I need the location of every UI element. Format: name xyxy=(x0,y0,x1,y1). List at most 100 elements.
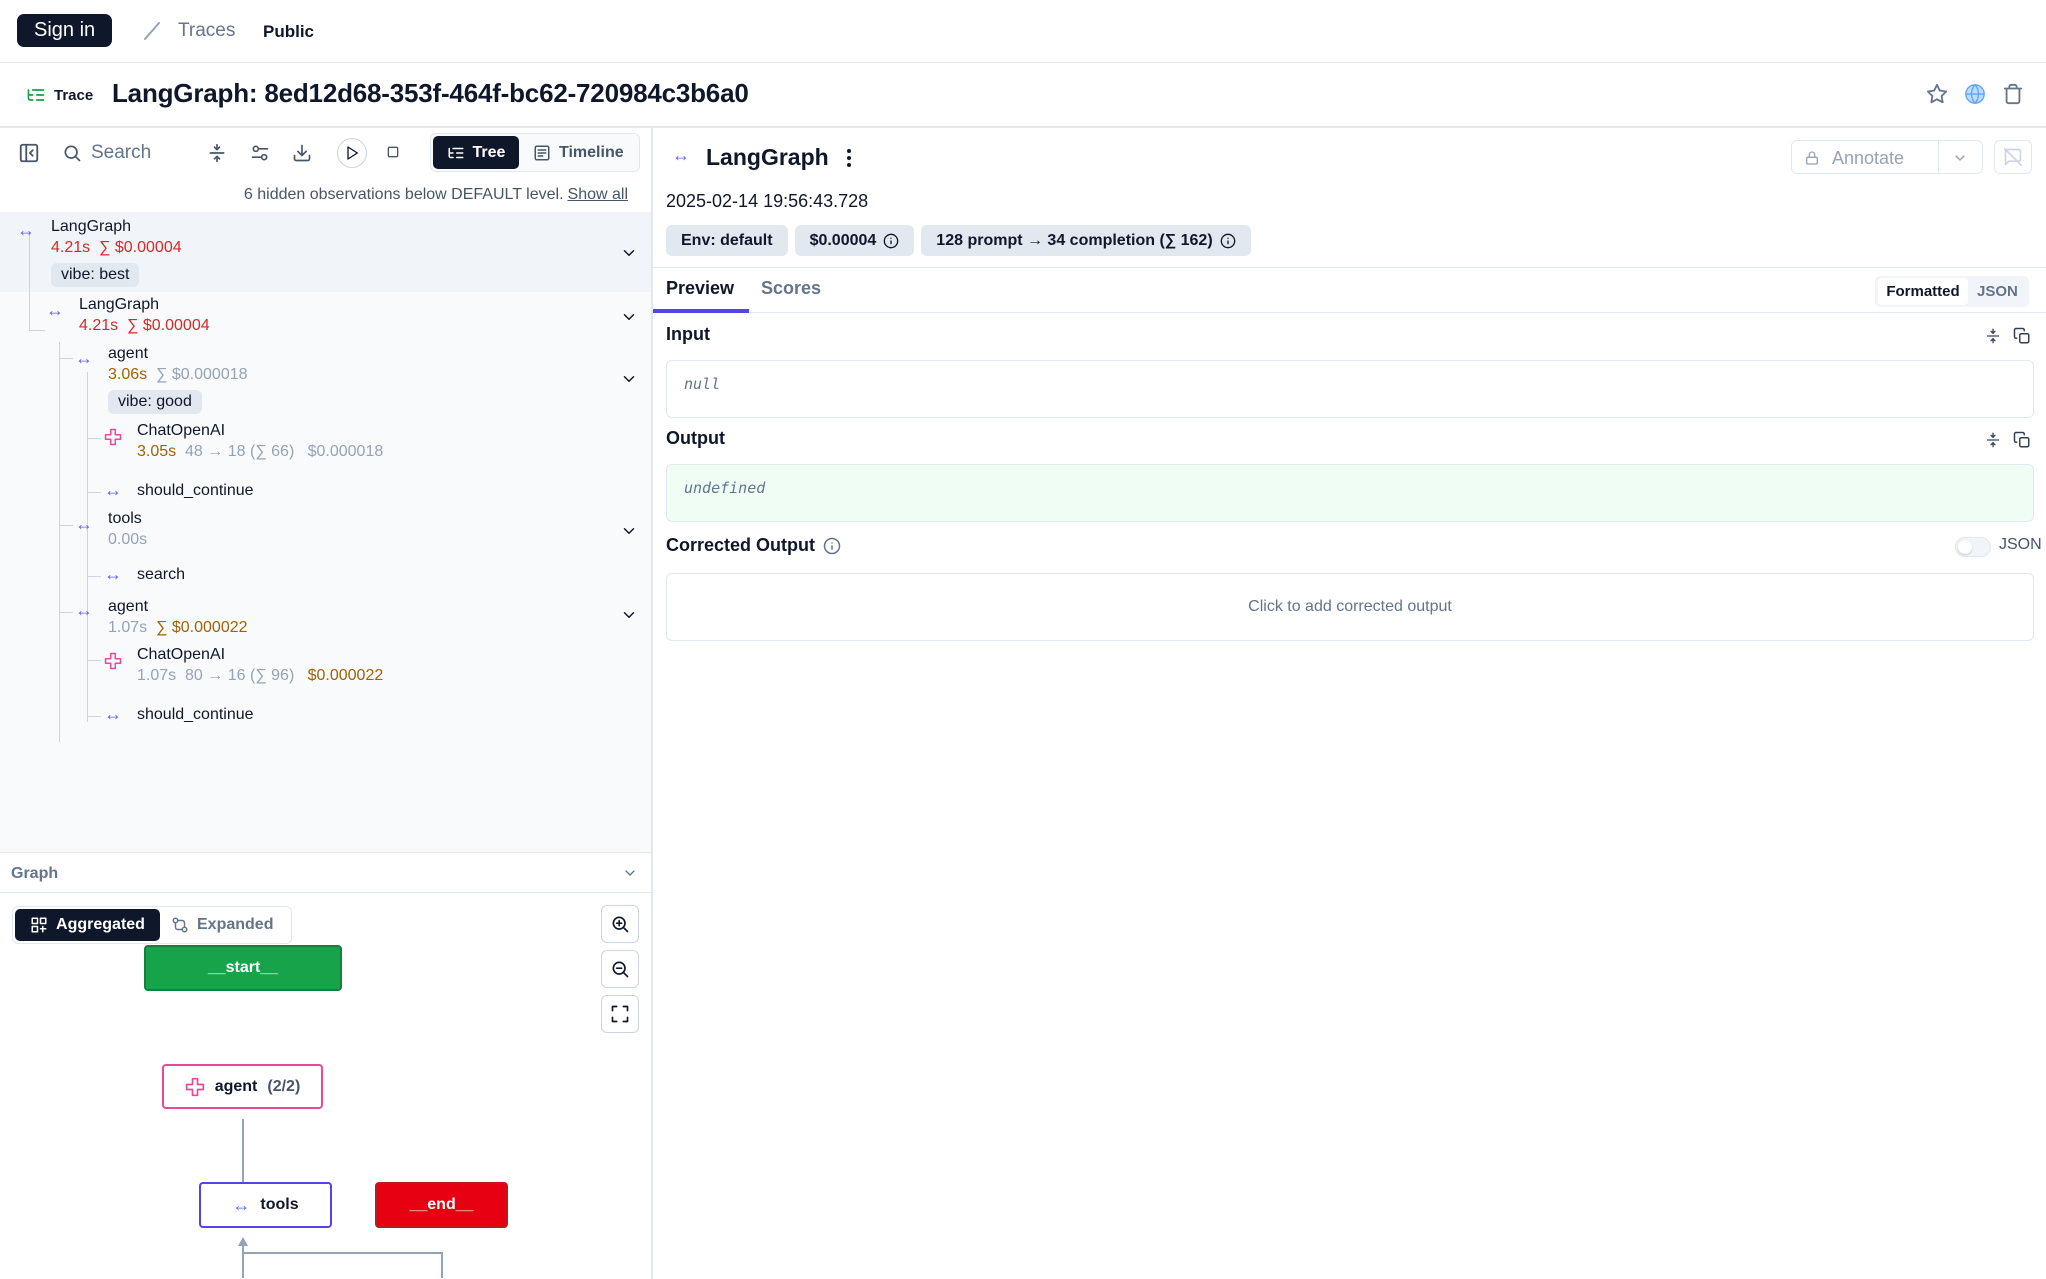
top-nav: Sign in Traces Public xyxy=(0,0,2046,63)
square-icon[interactable] xyxy=(385,143,401,161)
observation-cost: ∑ $0.000018 xyxy=(156,366,248,383)
graph-mode-toggle: Aggregated Expanded xyxy=(12,906,292,944)
copy-icon[interactable] xyxy=(2013,327,2031,345)
json-toggle-label: JSON xyxy=(1999,536,2042,553)
expanded-button[interactable]: Expanded xyxy=(171,909,273,941)
search-input[interactable]: Search xyxy=(91,142,151,164)
more-vertical-icon[interactable] xyxy=(839,146,859,170)
tree-row-search[interactable]: search xyxy=(137,566,185,584)
download-icon[interactable] xyxy=(292,142,312,164)
collapse-icon[interactable] xyxy=(1985,327,2001,345)
json-button[interactable]: JSON xyxy=(1977,283,2018,300)
annotate-button[interactable]: Annotate xyxy=(1791,140,1983,174)
collapse-icon[interactable] xyxy=(1985,431,2001,449)
tokens-badge: 128 prompt → 34 completion (∑ 162) xyxy=(921,225,1251,256)
zoom-in-button[interactable] xyxy=(601,905,639,943)
chevron-down-icon[interactable] xyxy=(620,522,638,540)
graph-node-start[interactable]: __start__ xyxy=(144,945,342,991)
tree-row-chatopenai[interactable]: ChatOpenAI 1.07s 80 → 16 (∑ 96) $0.00002… xyxy=(137,646,383,685)
tree-row-chatopenai[interactable]: ChatOpenAI 3.05s 48 → 18 (∑ 66) $0.00001… xyxy=(137,422,383,461)
tab-preview[interactable]: Preview xyxy=(666,278,734,299)
info-icon[interactable] xyxy=(1220,233,1236,249)
timeline-view-button[interactable]: Timeline xyxy=(529,136,637,169)
node-count: (2/2) xyxy=(267,1077,301,1095)
timeline-view-label: Timeline xyxy=(559,143,624,161)
observation-title: LangGraph xyxy=(706,144,829,170)
observation-duration: 1.07s xyxy=(108,619,148,636)
format-toggle: Formatted JSON xyxy=(1875,276,2029,307)
chevron-down-icon[interactable] xyxy=(620,308,638,326)
list-tree-icon xyxy=(448,147,464,158)
copy-icon[interactable] xyxy=(2013,431,2031,449)
tree-row-tools[interactable]: tools 0.00s xyxy=(108,510,147,549)
tree-row-should-continue[interactable]: should_continue xyxy=(137,482,254,500)
chevron-down-icon[interactable] xyxy=(620,244,638,262)
tree-row-langgraph[interactable]: LangGraph 4.21s ∑ $0.00004 xyxy=(79,296,210,335)
tree-row-agent[interactable]: agent 3.06s ∑ $0.000018 vibe: good xyxy=(108,345,248,414)
graph-section-header[interactable]: Graph xyxy=(0,852,651,893)
page-title: LangGraph: 8ed12d68-353f-464f-bc62-72098… xyxy=(112,78,749,108)
tree-view-button[interactable]: Tree xyxy=(433,136,519,169)
trash-icon[interactable] xyxy=(2002,83,2024,105)
globe-icon[interactable] xyxy=(1964,83,1986,105)
corrected-output-header: Corrected Output xyxy=(666,535,841,556)
show-all-link[interactable]: Show all xyxy=(568,186,628,203)
observation-name: agent xyxy=(108,598,149,615)
observation-name: ChatOpenAI xyxy=(137,646,226,663)
token-usage: 48 → 18 (∑ 66) xyxy=(185,443,295,460)
breadcrumb-traces[interactable]: Traces xyxy=(178,20,235,42)
zoom-in-icon xyxy=(612,916,629,933)
span-icon: ↔ xyxy=(75,348,93,368)
observation-name: agent xyxy=(108,345,149,362)
star-icon[interactable] xyxy=(1926,83,1948,105)
tree-row-agent[interactable]: agent 1.07s ∑ $0.000022 xyxy=(108,598,248,637)
annotate-label: Annotate xyxy=(1832,148,1905,168)
observation-duration: 0.00s xyxy=(108,531,148,548)
observation-cost: ∑ $0.00004 xyxy=(99,239,182,256)
observation-timestamp: 2025-02-14 19:56:43.728 xyxy=(666,191,869,211)
hidden-observations-text: 6 hidden observations below DEFAULT leve… xyxy=(243,186,564,203)
collapse-all-icon[interactable] xyxy=(207,142,227,164)
play-button[interactable] xyxy=(337,138,367,168)
fullscreen-icon xyxy=(611,1005,629,1023)
tree-row-root[interactable]: LangGraph 4.21s ∑ $0.00004 vibe: best xyxy=(51,218,182,287)
chevron-down-icon[interactable] xyxy=(1952,150,1968,166)
settings-sliders-icon[interactable] xyxy=(250,142,270,164)
chevron-down-icon[interactable] xyxy=(620,606,638,624)
tab-scores[interactable]: Scores xyxy=(761,278,821,299)
comment-button[interactable] xyxy=(1994,140,2032,174)
formatted-button[interactable]: Formatted xyxy=(1878,278,1968,305)
chevron-down-icon[interactable] xyxy=(622,865,638,881)
aggregated-button[interactable]: Aggregated xyxy=(15,909,160,941)
graph-node-end[interactable]: __end__ xyxy=(375,1182,508,1228)
input-label: Input xyxy=(666,324,710,344)
sign-in-button[interactable]: Sign in xyxy=(17,14,113,47)
generation-icon xyxy=(185,1077,204,1096)
output-label: Output xyxy=(666,428,725,448)
timeline-icon xyxy=(534,145,550,160)
panel-collapse-icon[interactable] xyxy=(18,142,40,164)
observation-cost: ∑ $0.00004 xyxy=(127,317,210,334)
tree-row-should-continue[interactable]: should_continue xyxy=(137,706,254,724)
node-label: agent xyxy=(214,1077,258,1095)
observation-duration: 4.21s xyxy=(51,239,91,256)
observation-cost: $0.000018 xyxy=(307,443,384,460)
corrected-output-input[interactable]: Click to add corrected output xyxy=(666,573,2034,641)
detail-tabs: Preview Scores Formatted JSON xyxy=(653,267,2046,313)
expanded-label: Expanded xyxy=(197,916,274,933)
observation-name: tools xyxy=(108,510,142,527)
corrected-output-label: Corrected Output xyxy=(666,535,816,555)
json-toggle-switch[interactable] xyxy=(1955,537,1991,557)
chevron-down-icon[interactable] xyxy=(620,370,638,388)
observation-tree: ↔ LangGraph 4.21s ∑ $0.00004 vibe: best … xyxy=(0,212,651,852)
observation-name: LangGraph xyxy=(79,296,160,313)
observation-detail-panel: ↔ LangGraph Annotate 2025-02-14 19:56:43… xyxy=(653,128,2046,1279)
fit-view-button[interactable] xyxy=(601,995,639,1033)
info-icon[interactable] xyxy=(823,537,841,555)
info-icon[interactable] xyxy=(883,233,899,249)
view-toggle: Tree Timeline xyxy=(430,133,640,172)
graph-node-agent[interactable]: agent (2/2) xyxy=(162,1064,323,1109)
zoom-out-button[interactable] xyxy=(601,950,639,988)
graph-node-tools[interactable]: ↔ tools xyxy=(199,1182,332,1228)
trace-badge: Trace xyxy=(26,85,93,105)
